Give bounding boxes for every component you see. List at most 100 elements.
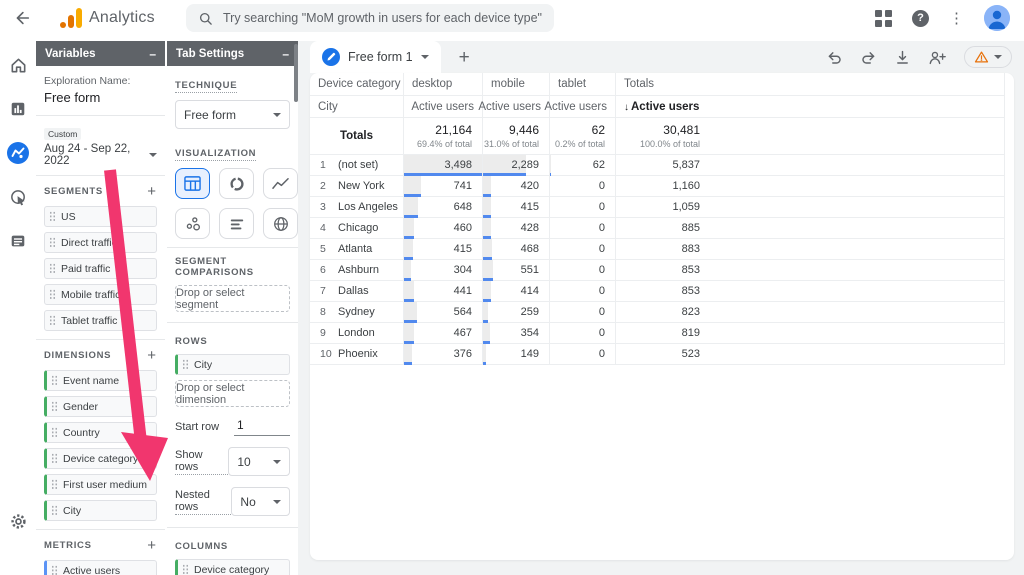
filler-cell — [710, 239, 1004, 259]
drag-handle-icon[interactable] — [51, 453, 58, 464]
panel-scrollbar[interactable] — [294, 44, 298, 102]
chip-label: Paid traffic — [61, 263, 110, 275]
drag-handle-icon[interactable] — [51, 565, 58, 575]
date-range-picker[interactable]: Aug 24 - Sep 22, 2022 — [44, 143, 157, 167]
segment-chip[interactable]: US — [44, 206, 157, 227]
reports-icon[interactable] — [6, 97, 30, 121]
dimension-chip[interactable]: Gender — [44, 396, 157, 417]
row-dimension-header[interactable]: City — [310, 96, 403, 117]
filler-cell — [710, 118, 1004, 154]
nested-rows-select[interactable]: No — [231, 487, 290, 516]
columns-chips: Device category — [175, 559, 290, 575]
add-segment-button[interactable]: + — [146, 184, 157, 199]
viz-line-chart-icon[interactable] — [263, 168, 298, 199]
dimensions-label: DIMENSIONS — [44, 350, 111, 361]
download-icon[interactable] — [894, 49, 911, 66]
table-row[interactable]: 1(not set)3,4982,289625,837 — [310, 155, 1004, 176]
add-tab-button[interactable]: + — [453, 48, 476, 67]
technique-select[interactable]: Free form — [175, 100, 290, 129]
share-with-people-icon[interactable] — [928, 49, 947, 66]
segment-chip[interactable]: Mobile traffic — [44, 284, 157, 305]
add-metric-button[interactable]: + — [146, 538, 157, 553]
drag-handle-icon[interactable] — [182, 359, 189, 370]
dimension-chip[interactable]: Event name — [44, 370, 157, 391]
drag-handle-icon[interactable] — [49, 263, 56, 274]
show-rows-select[interactable]: 10 — [228, 447, 290, 476]
sorted-metric-header[interactable]: ↓Active users — [615, 96, 710, 117]
dimension-chip[interactable]: Device category — [44, 448, 157, 469]
metric-value-cell: 468 — [482, 239, 549, 259]
column-dimension-chip[interactable]: Device category — [175, 559, 290, 575]
tab-settings-header: Tab Settings – — [167, 41, 298, 66]
drag-handle-icon[interactable] — [51, 401, 58, 412]
google-apps-grid-icon[interactable] — [875, 10, 892, 27]
start-row-input[interactable]: 1 — [234, 417, 290, 436]
viz-donut-chart-icon[interactable] — [219, 168, 254, 199]
dimension-chip[interactable]: City — [44, 500, 157, 521]
analytics-brand[interactable]: Analytics — [60, 8, 178, 28]
drag-handle-icon[interactable] — [49, 211, 56, 222]
row-label-cell: 2New York — [310, 176, 403, 196]
table-row[interactable]: 2New York74142001,160 — [310, 176, 1004, 197]
table-row[interactable]: 6Ashburn3045510853 — [310, 260, 1004, 281]
exploration-name-value[interactable]: Free form — [44, 90, 157, 105]
row-dimension-dropzone[interactable]: Drop or select dimension — [175, 380, 290, 407]
filler-cell — [710, 96, 1004, 117]
metric-header[interactable]: Active users — [549, 96, 615, 117]
dimension-chip[interactable]: Country — [44, 422, 157, 443]
metric-chip[interactable]: Active users — [44, 560, 157, 575]
drag-handle-icon[interactable] — [51, 375, 58, 386]
row-total-cell: 853 — [615, 281, 710, 301]
segment-chip[interactable]: Direct traffic — [44, 232, 157, 253]
redo-icon[interactable] — [860, 49, 877, 66]
city-name: Los Angeles — [338, 201, 398, 213]
segment-dropzone[interactable]: Drop or select segment — [175, 285, 290, 312]
table-row[interactable]: 9London4673540819 — [310, 323, 1004, 344]
add-dimension-button[interactable]: + — [146, 348, 157, 363]
viz-table-icon[interactable] — [175, 168, 210, 199]
viz-geo-map-icon[interactable] — [263, 208, 298, 239]
undo-icon[interactable] — [826, 49, 843, 66]
sampling-warning-badge[interactable] — [964, 46, 1012, 68]
drag-handle-icon[interactable] — [51, 427, 58, 438]
segment-chip[interactable]: Paid traffic — [44, 258, 157, 279]
row-dimension-chip[interactable]: City — [175, 354, 290, 375]
row-rank: 6 — [310, 264, 338, 276]
drag-handle-icon[interactable] — [49, 289, 56, 300]
row-total-cell: 853 — [615, 260, 710, 280]
drag-handle-icon[interactable] — [51, 479, 58, 490]
column-group-header[interactable]: desktop — [403, 73, 482, 95]
explore-icon-active[interactable] — [6, 141, 30, 165]
back-arrow-icon[interactable] — [10, 6, 34, 30]
table-row[interactable]: 8Sydney5642590823 — [310, 302, 1004, 323]
home-icon[interactable] — [6, 53, 30, 77]
row-label-cell: 3Los Angeles — [310, 197, 403, 217]
table-row[interactable]: 5Atlanta4154680883 — [310, 239, 1004, 260]
library-icon[interactable] — [6, 229, 30, 253]
user-avatar[interactable] — [984, 5, 1010, 31]
kebab-menu-icon[interactable]: ⋮ — [949, 11, 964, 26]
table-row[interactable]: 3Los Angeles64841501,059 — [310, 197, 1004, 218]
totals-column-header[interactable]: Totals — [615, 73, 710, 95]
drag-handle-icon[interactable] — [49, 237, 56, 248]
column-group-header[interactable]: tablet — [549, 73, 615, 95]
table-row[interactable]: 7Dallas4414140853 — [310, 281, 1004, 302]
drag-handle-icon[interactable] — [51, 505, 58, 516]
metric-value-cell: 376 — [403, 344, 482, 364]
drag-handle-icon[interactable] — [49, 315, 56, 326]
segment-chip[interactable]: Tablet traffic — [44, 310, 157, 331]
advertising-icon[interactable] — [6, 185, 30, 209]
table-row[interactable]: 4Chicago4604280885 — [310, 218, 1004, 239]
drag-handle-icon[interactable] — [182, 564, 189, 575]
table-row[interactable]: 10Phoenix3761490523 — [310, 344, 1004, 365]
admin-gear-icon[interactable] — [6, 509, 30, 533]
metric-value-cell: 0 — [549, 260, 615, 280]
viz-scatter-plot-icon[interactable] — [175, 208, 210, 239]
viz-bar-chart-icon[interactable] — [219, 208, 254, 239]
topbar-actions: ? ⋮ — [875, 5, 1010, 31]
tab-free-form-1[interactable]: Free form 1 — [310, 41, 441, 73]
help-icon[interactable]: ? — [912, 10, 929, 27]
column-group-header[interactable]: mobile — [482, 73, 549, 95]
search-input[interactable]: Try searching "MoM growth in users for e… — [186, 4, 554, 32]
dimension-chip[interactable]: First user medium — [44, 474, 157, 495]
